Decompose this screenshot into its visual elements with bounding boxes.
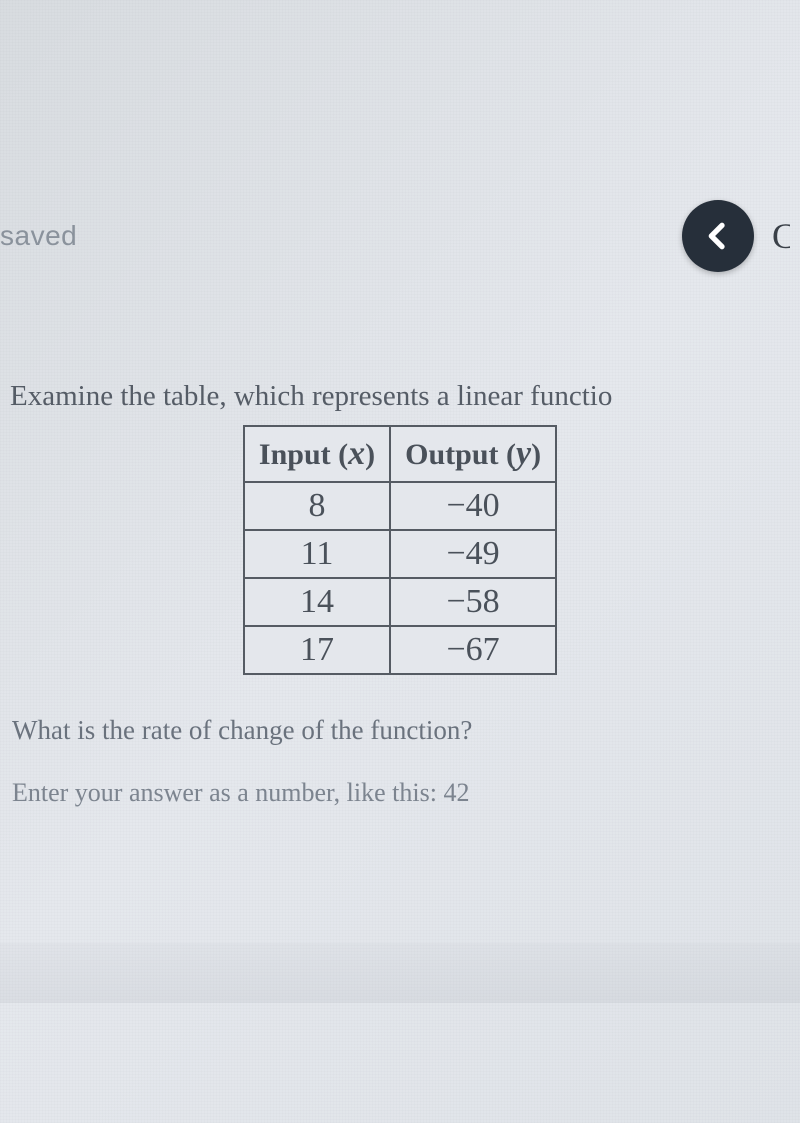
question-prompt: Examine the table, which represents a li… xyxy=(10,380,790,413)
bottom-shadow xyxy=(0,943,800,1003)
function-table: Input (x) Output (y) 8 −40 11 −49 14 −58… xyxy=(243,425,557,675)
cell-x: 17 xyxy=(244,626,390,674)
table-row: 14 −58 xyxy=(244,578,556,626)
answer-instruction: Enter your answer as a number, like this… xyxy=(12,778,790,808)
sub-question-text: What is the rate of change of the functi… xyxy=(12,715,790,746)
question-content: Examine the table, which represents a li… xyxy=(0,380,800,808)
cell-x: 11 xyxy=(244,530,390,578)
cell-x: 14 xyxy=(244,578,390,626)
table-header-input: Input (x) xyxy=(244,426,390,482)
save-status-label: saved xyxy=(0,220,77,252)
nav-area: C xyxy=(682,200,772,272)
table-row: 11 −49 xyxy=(244,530,556,578)
cell-x: 8 xyxy=(244,482,390,530)
cell-y: −58 xyxy=(390,578,556,626)
cell-y: −40 xyxy=(390,482,556,530)
chevron-left-icon xyxy=(702,220,734,252)
table-header-output: Output (y) xyxy=(390,426,556,482)
table-row: 17 −67 xyxy=(244,626,556,674)
top-bar: saved C xyxy=(0,200,800,272)
cell-y: −67 xyxy=(390,626,556,674)
cell-y: −49 xyxy=(390,530,556,578)
table-row: 8 −40 xyxy=(244,482,556,530)
partial-next-text: C xyxy=(772,215,790,257)
back-button[interactable] xyxy=(682,200,754,272)
